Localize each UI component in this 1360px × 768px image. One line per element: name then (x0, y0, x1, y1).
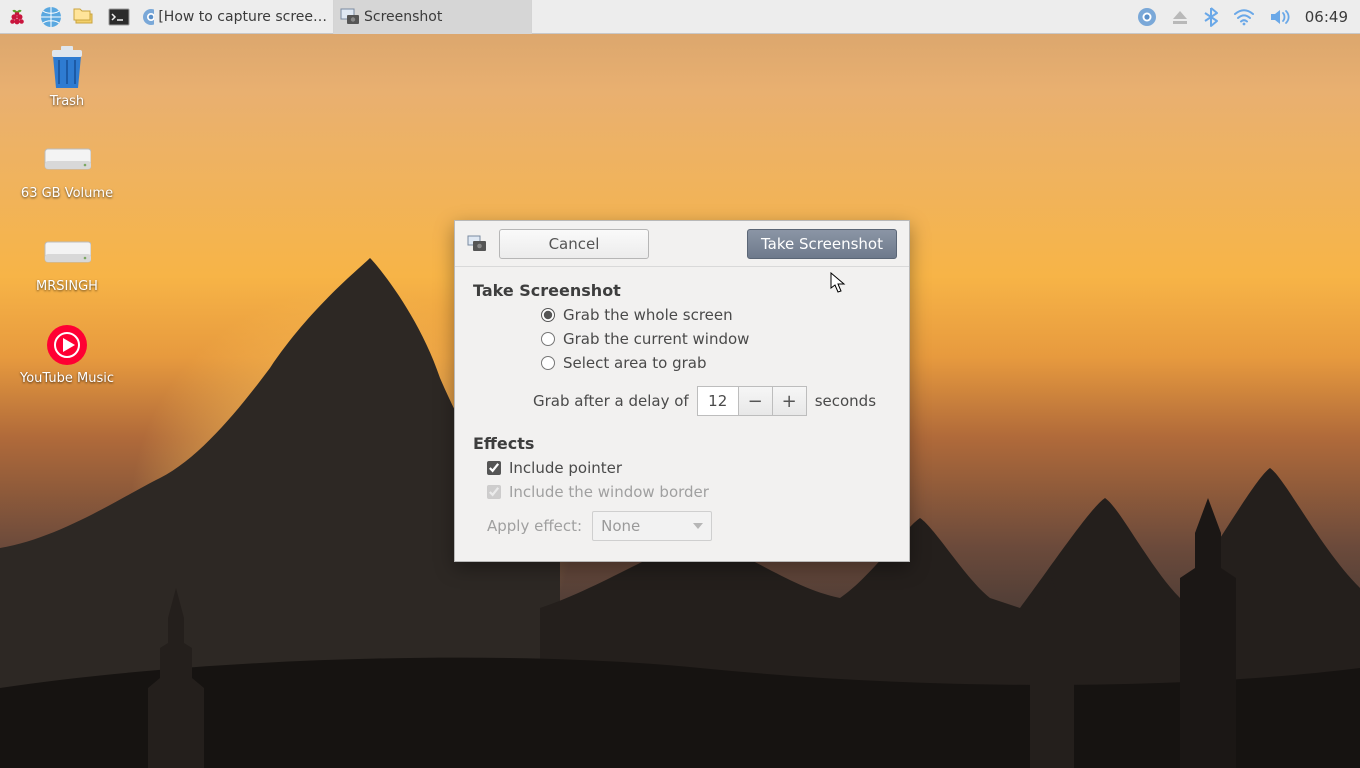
delay-spinner: 12 − + (697, 386, 807, 416)
launcher-files[interactable] (68, 0, 102, 34)
select-value: None (601, 517, 640, 535)
button-label: Cancel (549, 235, 600, 253)
radio-label: Grab the whole screen (563, 306, 733, 324)
button-label: Take Screenshot (761, 235, 883, 253)
delay-increment[interactable]: + (773, 386, 807, 416)
take-screenshot-button[interactable]: Take Screenshot (747, 229, 897, 259)
speaker-icon (1269, 8, 1291, 26)
task-label: [How to capture scree… (158, 9, 327, 25)
chromium-icon (1137, 7, 1157, 27)
apply-effect-row: Apply effect: None (487, 511, 891, 541)
screenshot-dialog: Cancel Take Screenshot Take Screenshot G… (454, 220, 910, 562)
delay-row: Grab after a delay of 12 − + seconds (533, 386, 891, 416)
menu-raspberry[interactable] (0, 0, 34, 34)
eject-icon (1171, 8, 1189, 26)
section-title-take: Take Screenshot (473, 281, 891, 300)
task-screenshot[interactable]: Screenshot (334, 0, 532, 34)
clock[interactable]: 06:49 (1305, 8, 1348, 26)
section-title-effects: Effects (473, 434, 891, 453)
bluetooth-icon (1203, 7, 1219, 27)
desktop-icon-ytmusic[interactable]: YouTube Music (12, 321, 122, 387)
screenshot-icon (467, 234, 487, 254)
tray-volume[interactable] (1269, 8, 1291, 26)
task-browser[interactable]: [How to capture scree… (136, 0, 334, 34)
radio-label: Select area to grab (563, 354, 707, 372)
checkbox-input (487, 485, 501, 499)
chromium-icon (142, 8, 154, 26)
desktop-icon-label: 63 GB Volume (21, 186, 113, 202)
apply-effect-select: None (592, 511, 712, 541)
dialog-header: Cancel Take Screenshot (455, 221, 909, 267)
checkbox-include-border: Include the window border (487, 483, 891, 501)
folders-icon (73, 6, 97, 28)
raspberry-icon (6, 6, 28, 28)
radio-select-area[interactable]: Select area to grab (541, 354, 891, 372)
checkbox-label: Include the window border (509, 483, 709, 501)
radio-label: Grab the current window (563, 330, 749, 348)
desktop-icon-label: MRSINGH (36, 279, 98, 295)
terminal-icon (107, 6, 131, 28)
globe-icon (39, 5, 63, 29)
chevron-down-icon (693, 523, 703, 529)
delay-suffix: seconds (815, 392, 876, 410)
radio-current-window[interactable]: Grab the current window (541, 330, 891, 348)
wifi-icon (1233, 8, 1255, 26)
trash-icon (45, 44, 89, 92)
delay-prefix: Grab after a delay of (533, 392, 689, 410)
checkbox-input[interactable] (487, 461, 501, 475)
screenshot-task-icon (340, 8, 360, 26)
cancel-button[interactable]: Cancel (499, 229, 649, 259)
radio-input[interactable] (541, 332, 555, 346)
desktop-icon-label: YouTube Music (20, 371, 114, 387)
radio-input[interactable] (541, 308, 555, 322)
youtube-music-icon (45, 323, 89, 367)
tray-chromium[interactable] (1137, 7, 1157, 27)
tray-eject[interactable] (1171, 8, 1189, 26)
launcher-web[interactable] (34, 0, 68, 34)
tray-bluetooth[interactable] (1203, 7, 1219, 27)
desktop-icon-volume[interactable]: 63 GB Volume (12, 136, 122, 202)
delay-decrement[interactable]: − (739, 386, 773, 416)
tray-wifi[interactable] (1233, 8, 1255, 26)
drive-icon (43, 143, 91, 177)
apply-effect-label: Apply effect: (487, 517, 582, 535)
taskbar: [How to capture scree… Screenshot 06:49 (0, 0, 1360, 34)
desktop-icon-label: Trash (50, 94, 84, 110)
drive-icon (43, 236, 91, 270)
delay-value[interactable]: 12 (697, 386, 739, 416)
launcher-terminal[interactable] (102, 0, 136, 34)
checkbox-include-pointer[interactable]: Include pointer (487, 459, 891, 477)
radio-input[interactable] (541, 356, 555, 370)
task-label: Screenshot (364, 9, 442, 25)
desktop-icon-mrsingh[interactable]: MRSINGH (12, 229, 122, 295)
desktop-icon-trash[interactable]: Trash (12, 44, 122, 110)
desktop[interactable]: Trash 63 GB Volume MRSINGH YouTube Music (0, 34, 1360, 768)
checkbox-label: Include pointer (509, 459, 622, 477)
radio-whole-screen[interactable]: Grab the whole screen (541, 306, 891, 324)
